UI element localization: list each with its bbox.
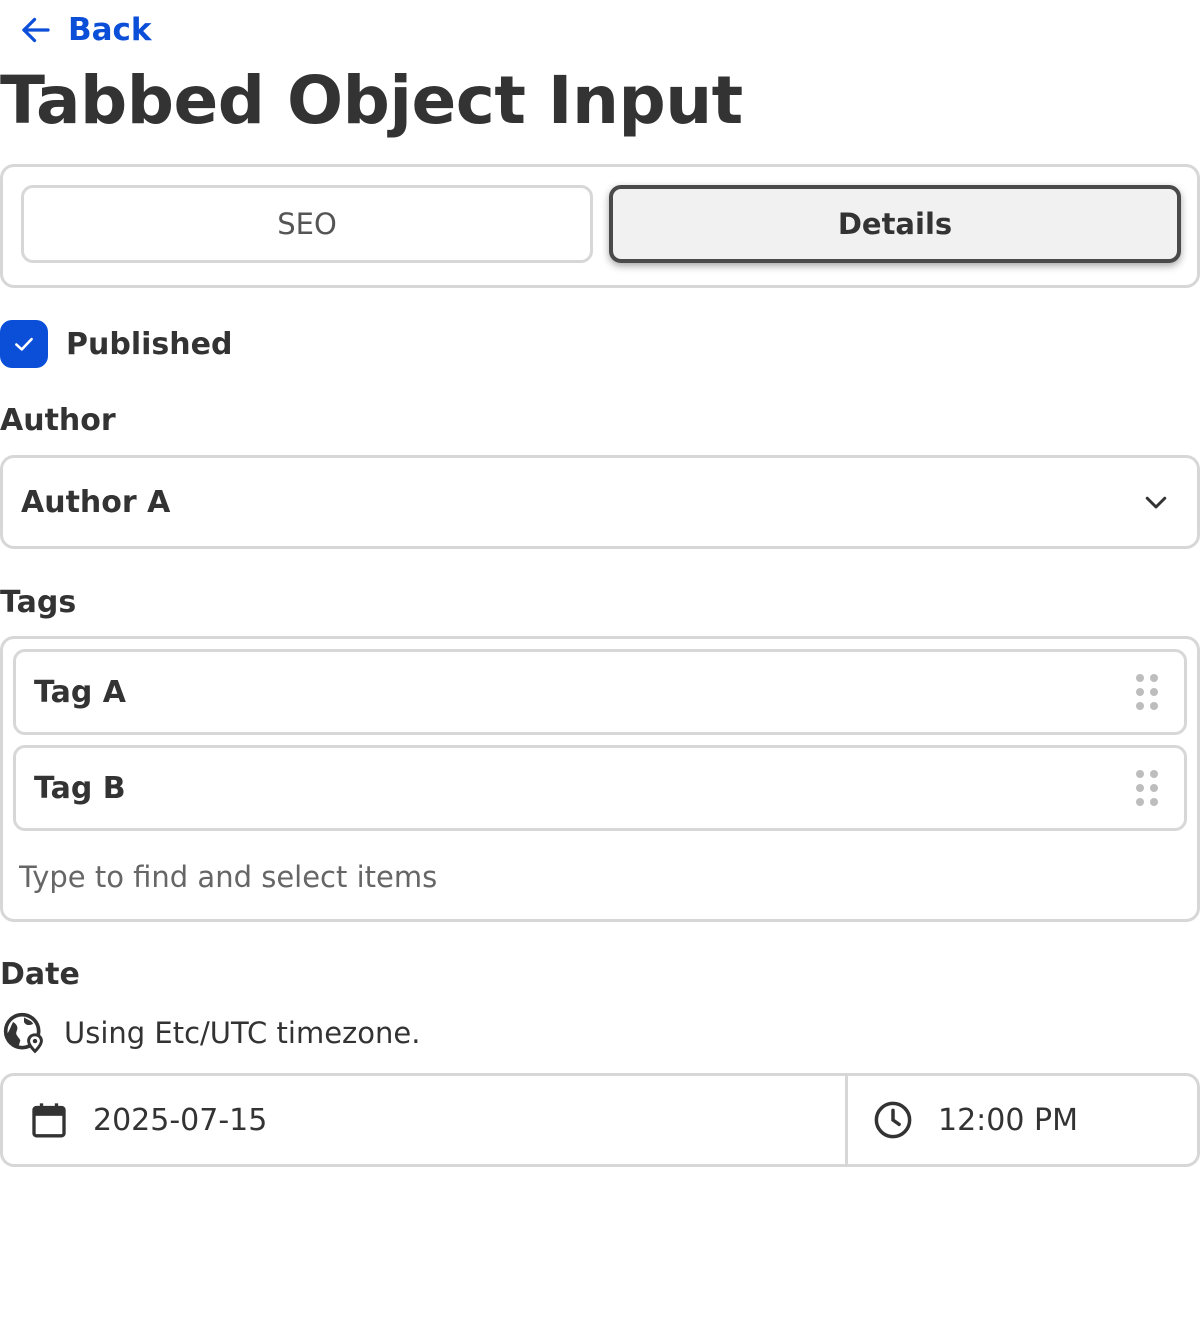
author-select-wrap: Author A [0,455,1200,549]
tag-item-label: Tag B [34,770,126,806]
calendar-icon [32,1103,66,1138]
back-link[interactable]: Back [18,10,152,50]
arrow-left-icon [22,17,50,43]
timezone-text: Using Etc/UTC timezone. [64,1016,421,1050]
tag-item-label: Tag A [34,674,126,710]
globe-location-icon [3,1012,43,1054]
published-checkbox[interactable] [0,320,48,368]
date-input[interactable]: 2025-07-15 [3,1076,848,1164]
check-icon [15,337,33,351]
tab-details[interactable]: Details [609,185,1181,263]
tab-seo[interactable]: SEO [21,185,593,263]
tags-label: Tags [0,585,77,620]
tag-item[interactable]: Tag A [13,649,1187,735]
datetime-field: 2025-07-15 12:00 PM [0,1073,1200,1167]
tags-search-input[interactable] [19,853,1169,901]
time-input[interactable]: 12:00 PM [848,1076,1197,1164]
time-value: 12:00 PM [938,1102,1078,1138]
tag-item[interactable]: Tag B [13,745,1187,831]
timezone-note: Using Etc/UTC timezone. [2,1010,420,1056]
published-label: Published [66,326,233,362]
tab-group: SEO Details [0,164,1200,288]
drag-handle-icon[interactable] [1136,674,1158,710]
drag-handle-icon[interactable] [1136,770,1158,806]
author-selected-value: Author A [21,484,171,520]
date-value: 2025-07-15 [93,1102,268,1138]
chevron-down-icon [1145,496,1167,509]
author-select[interactable]: Author A [0,455,1200,549]
date-label: Date [0,957,80,992]
tags-field: Tag A Tag B [0,636,1200,922]
published-row: Published [0,320,232,368]
back-label: Back [68,12,152,48]
page-title: Tabbed Object Input [0,62,743,139]
author-label: Author [0,403,116,438]
clock-icon [874,1101,912,1139]
